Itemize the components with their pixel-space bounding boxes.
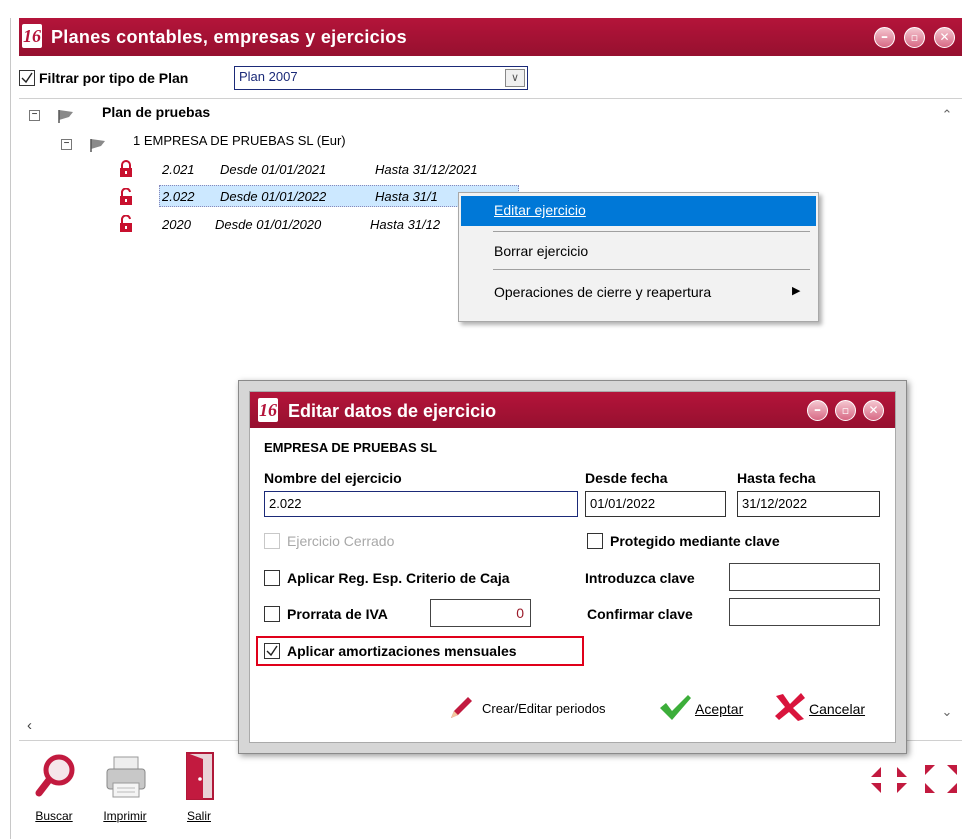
- printer-icon: [106, 756, 146, 798]
- cash-criteria-label: Aplicar Reg. Esp. Criterio de Caja: [287, 570, 510, 586]
- collapse-icon[interactable]: −: [29, 110, 40, 121]
- create-edit-periods-label: Crear/Editar periodos: [482, 701, 606, 716]
- cancel-button[interactable]: Cancelar: [773, 692, 883, 722]
- scroll-down-icon[interactable]: ⌄: [939, 704, 955, 720]
- to-date-label: Hasta fecha: [737, 470, 816, 486]
- exercise-name: 2.022: [162, 189, 195, 204]
- restore-icon[interactable]: ▫: [835, 400, 856, 421]
- from-date-label: Desde fecha: [585, 470, 668, 486]
- dialog-title-bar: 16 Editar datos de ejercicio – ▫ ✕: [250, 392, 895, 428]
- chevron-down-icon[interactable]: ∨: [505, 69, 525, 87]
- exercise-from: Desde 01/01/2021: [220, 162, 327, 177]
- scroll-left-icon[interactable]: ‹: [27, 717, 41, 734]
- filter-label: Filtrar por tipo de Plan: [39, 70, 189, 86]
- cross-icon: [775, 693, 805, 721]
- exercise-from: Desde 01/01/2022: [220, 189, 327, 204]
- magnifier-icon: [35, 754, 75, 797]
- exercise-name-input[interactable]: 2.022: [264, 491, 578, 517]
- bottom-toolbar: Buscar Imprimir Salir: [19, 740, 962, 839]
- expand-arrows-icon[interactable]: [921, 761, 961, 797]
- from-date-input[interactable]: 01/01/2022: [585, 491, 726, 517]
- exercise-name: 2020: [162, 217, 191, 232]
- submenu-arrow-icon: ▶: [792, 285, 801, 297]
- door-exit-icon: [186, 752, 214, 800]
- lock-open-icon: [120, 215, 132, 232]
- plan-type-value: Plan 2007: [239, 69, 298, 84]
- close-icon[interactable]: ✕: [863, 400, 884, 421]
- enter-key-input[interactable]: [729, 563, 880, 591]
- prorrata-checkbox[interactable]: [264, 606, 280, 622]
- exercise-to: Hasta 31/12: [370, 217, 441, 232]
- menu-item-edit-exercise[interactable]: Editar ejercicio: [459, 202, 818, 218]
- edit-exercise-dialog: 16 Editar datos de ejercicio – ▫ ✕ EMPRE…: [238, 380, 907, 754]
- tree-plan-node[interactable]: Plan de pruebas: [102, 104, 210, 120]
- confirm-key-input[interactable]: [729, 598, 880, 626]
- menu-item-delete-exercise[interactable]: Borrar ejercicio: [459, 243, 818, 259]
- minimize-icon[interactable]: –: [874, 27, 895, 48]
- restore-icon[interactable]: ▫: [904, 27, 925, 48]
- minimize-icon[interactable]: –: [807, 400, 828, 421]
- exercise-to: Hasta 31/1: [375, 189, 438, 204]
- menu-separator: [493, 231, 810, 232]
- dialog-logo-icon: 16: [258, 398, 278, 422]
- closed-checkbox[interactable]: [264, 533, 280, 549]
- pencil-icon: [451, 697, 472, 718]
- cash-criteria-checkbox[interactable]: [264, 570, 280, 586]
- menu-item-close-reopen[interactable]: Operaciones de cierre y reapertura: [459, 284, 818, 300]
- exit-button[interactable]: Salir: [177, 747, 221, 833]
- exercise-name: 2.021: [162, 162, 195, 177]
- print-label: Imprimir: [103, 809, 147, 823]
- accept-button[interactable]: Aceptar: [658, 692, 758, 722]
- protected-label: Protegido mediante clave: [610, 533, 780, 549]
- exercise-to: Hasta 31/12/2021: [375, 162, 478, 177]
- collapse-icon[interactable]: −: [61, 139, 72, 150]
- app-logo-icon: 16: [22, 24, 42, 48]
- amortization-checkbox[interactable]: [264, 643, 280, 659]
- exit-label: Salir: [186, 809, 211, 823]
- exercise-name-label: Nombre del ejercicio: [264, 470, 402, 486]
- lock-open-icon: [120, 188, 132, 205]
- search-button[interactable]: Buscar: [29, 747, 79, 833]
- company-name: EMPRESA DE PRUEBAS SL: [264, 440, 437, 455]
- exercise-from: Desde 01/01/2020: [215, 217, 322, 232]
- cancel-label: Cancelar: [809, 701, 866, 717]
- flag-icon: [90, 139, 105, 152]
- closed-label: Ejercicio Cerrado: [287, 533, 395, 549]
- tree-company-node[interactable]: 1 EMPRESA DE PRUEBAS SL (Eur): [133, 133, 346, 148]
- main-title: Planes contables, empresas y ejercicios: [51, 27, 407, 47]
- to-date-input[interactable]: 31/12/2022: [737, 491, 880, 517]
- context-menu: Editar ejercicio Borrar ejercicio Operac…: [458, 192, 819, 322]
- protected-checkbox[interactable]: [587, 533, 603, 549]
- prorrata-label: Prorrata de IVA: [287, 606, 388, 622]
- accept-label: Aceptar: [695, 701, 744, 717]
- menu-separator: [493, 269, 810, 270]
- plan-type-select[interactable]: Plan 2007 ∨: [234, 66, 528, 90]
- scroll-up-icon[interactable]: ⌃: [939, 107, 955, 123]
- close-icon[interactable]: ✕: [934, 27, 955, 48]
- tree-exercise-row[interactable]: 2.021 Desde 01/01/2021 Hasta 31/12/2021: [114, 157, 534, 181]
- dialog-body: 16 Editar datos de ejercicio – ▫ ✕ EMPRE…: [249, 391, 896, 743]
- amortization-label: Aplicar amortizaciones mensuales: [287, 643, 517, 659]
- confirm-key-label: Confirmar clave: [587, 606, 693, 622]
- search-label: Buscar: [35, 809, 73, 823]
- dialog-title: Editar datos de ejercicio: [288, 401, 497, 421]
- enter-key-label: Introduzca clave: [585, 570, 695, 586]
- prorrata-input[interactable]: 0: [430, 599, 531, 627]
- collapse-arrows-icon[interactable]: [869, 761, 909, 797]
- flag-icon: [58, 110, 73, 123]
- filter-checkbox[interactable]: [19, 70, 35, 86]
- print-button[interactable]: Imprimir: [97, 747, 153, 833]
- main-title-bar: 16 Planes contables, empresas y ejercici…: [19, 18, 962, 56]
- lock-closed-icon: [120, 160, 132, 177]
- create-edit-periods-button[interactable]: Crear/Editar periodos: [447, 694, 642, 722]
- checkmark-icon: [660, 695, 691, 720]
